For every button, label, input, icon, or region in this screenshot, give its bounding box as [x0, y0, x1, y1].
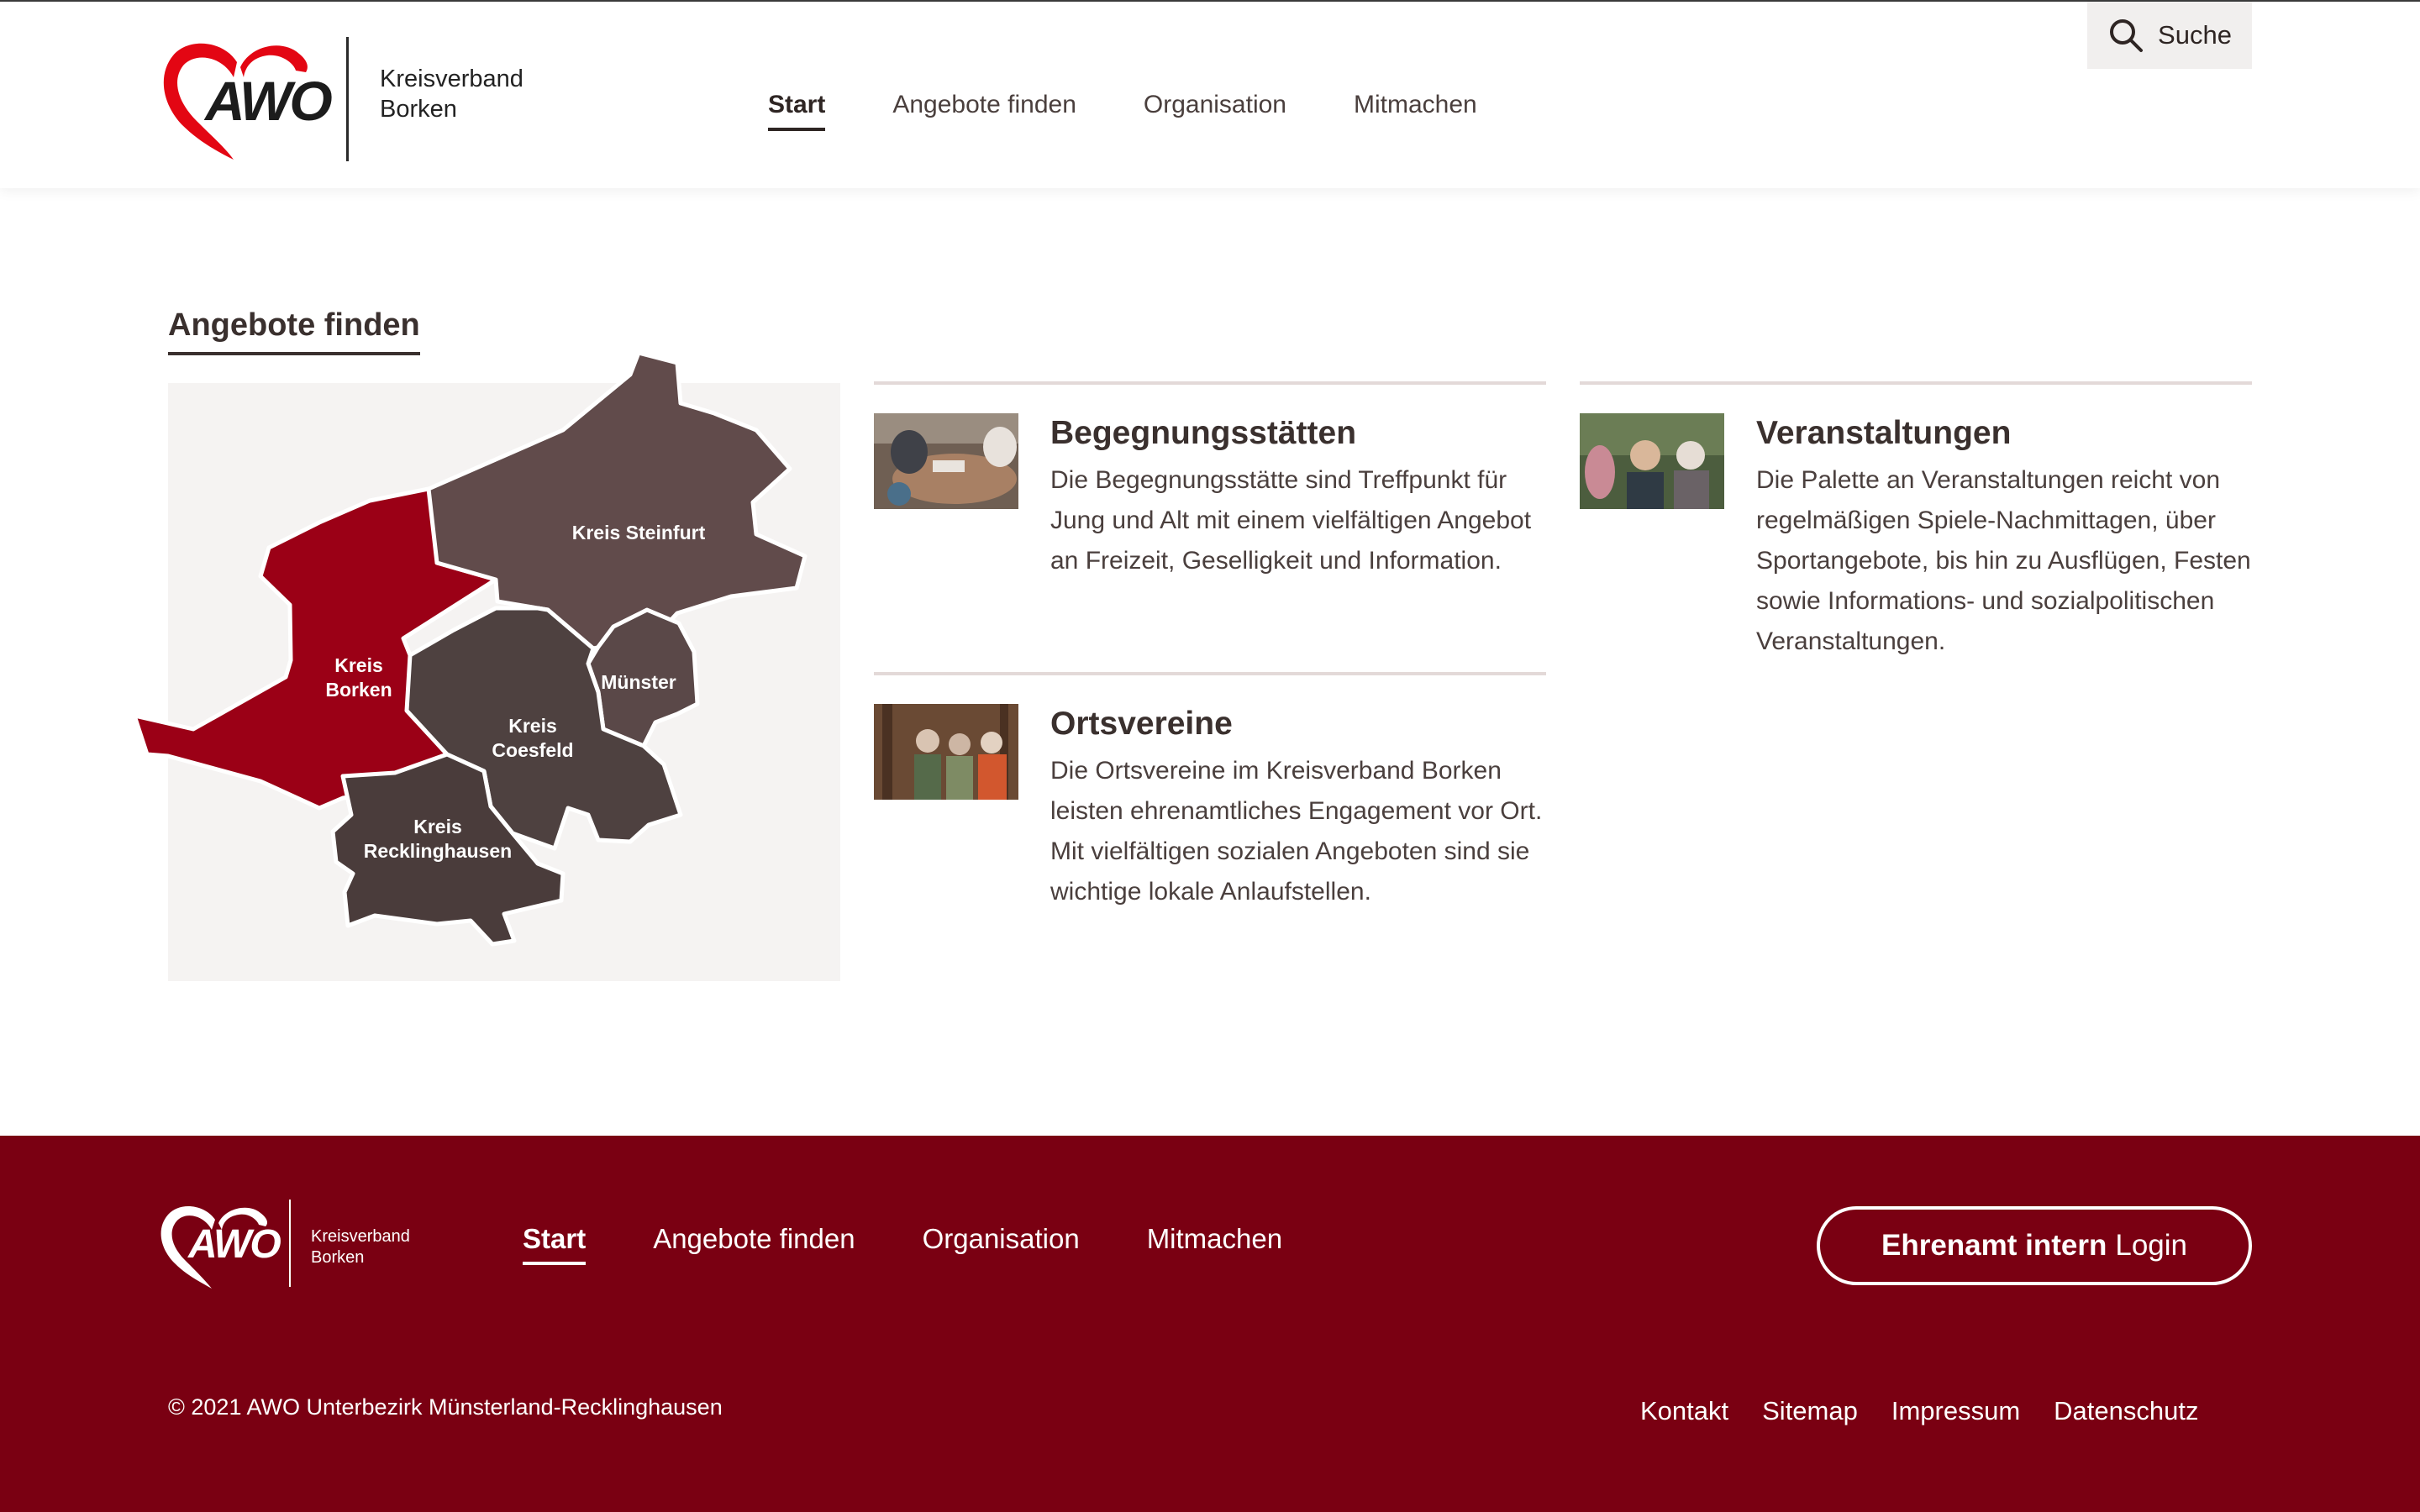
nav-item-organisation[interactable]: Organisation — [1144, 91, 1286, 131]
footer-nav-item-angebote-finden[interactable]: Angebote finden — [653, 1223, 855, 1265]
card-divider — [1580, 381, 2252, 385]
logo-brand-text: AWO — [205, 70, 333, 132]
footer-nav-item-mitmachen[interactable]: Mitmachen — [1147, 1223, 1282, 1265]
footer-logo[interactable]: AWO Kreisverband Borken — [156, 1200, 425, 1292]
footer-logo-divider — [289, 1200, 291, 1287]
footer-nav-item-start[interactable]: Start — [523, 1223, 587, 1265]
search-label: Suche — [2158, 20, 2232, 50]
nav-item-angebote-finden[interactable]: Angebote finden — [892, 91, 1076, 131]
logo-caption: Kreisverband Borken — [380, 64, 523, 124]
card-text: Die Ortsvereine im Kreisverband Borken l… — [1050, 757, 1543, 906]
login-label-bold: Ehrenamt intern — [1881, 1229, 2107, 1262]
card-title[interactable]: Veranstaltungen — [1756, 415, 2011, 452]
photo-thumbnail-icon — [874, 413, 1018, 509]
map-label-kreis-recklinghausen[interactable]: Kreis Recklinghausen — [358, 815, 518, 864]
search-icon — [2110, 19, 2144, 52]
map-label-muenster[interactable]: Münster — [592, 670, 686, 695]
section-title: Angebote finden — [168, 307, 420, 355]
search-button[interactable]: Suche — [2087, 2, 2252, 69]
footer-navigation: Start Angebote finden Organisation Mitma… — [523, 1223, 1282, 1265]
map-label-kreis-coesfeld[interactable]: Kreis Coesfeld — [479, 714, 587, 763]
photo-thumbnail-icon — [1580, 413, 1724, 509]
card-image-veranstaltungen[interactable] — [1580, 413, 1724, 509]
nav-item-mitmachen[interactable]: Mitmachen — [1354, 91, 1477, 131]
ehrenamt-login-button[interactable]: Ehrenamt intern Login — [1817, 1206, 2252, 1285]
legal-link-datenschutz[interactable]: Datenschutz — [2054, 1396, 2198, 1426]
card-begegnungsstaetten[interactable]: Begegnungsstätten Die Begegnungsstätte s… — [874, 381, 1546, 633]
nav-item-start[interactable]: Start — [768, 91, 826, 131]
legal-link-sitemap[interactable]: Sitemap — [1762, 1396, 1858, 1426]
logo-caption-line2: Borken — [380, 96, 457, 123]
logo-caption-line1: Kreisverband — [380, 66, 523, 92]
card-text: Die Palette an Veranstaltungen reicht vo… — [1756, 466, 2251, 655]
card-ortsvereine[interactable]: Ortsvereine Die Ortsvereine im Kreisverb… — [874, 672, 1546, 924]
map-label-kreis-steinfurt[interactable]: Kreis Steinfurt — [555, 521, 723, 545]
card-title[interactable]: Begegnungsstätten — [1050, 415, 1356, 452]
card-text: Die Begegnungsstätte sind Treffpunkt für… — [1050, 466, 1532, 575]
login-label: Login — [2115, 1229, 2188, 1262]
legal-navigation: Kontakt Sitemap Impressum Datenschutz — [1640, 1396, 2199, 1426]
legal-link-kontakt[interactable]: Kontakt — [1640, 1396, 1728, 1426]
site-header: AWO Kreisverband Borken Start Angebote f… — [0, 0, 2420, 188]
legal-link-impressum[interactable]: Impressum — [1891, 1396, 2020, 1426]
card-divider — [874, 672, 1546, 675]
logo-divider — [346, 37, 349, 161]
site-logo[interactable]: AWO Kreisverband Borken — [156, 34, 534, 165]
card-title[interactable]: Ortsvereine — [1050, 706, 1233, 743]
footer-nav-item-organisation[interactable]: Organisation — [923, 1223, 1080, 1265]
map-label-kreis-borken[interactable]: Kreis Borken — [313, 654, 405, 702]
card-image-begegnungsstaetten[interactable] — [874, 413, 1018, 509]
footer-logo-brand: AWO — [188, 1222, 281, 1267]
card-image-ortsvereine[interactable] — [874, 704, 1018, 800]
main-navigation: Start Angebote finden Organisation Mitma… — [768, 91, 1477, 131]
card-divider — [874, 381, 1546, 385]
photo-thumbnail-icon — [874, 704, 1018, 800]
site-footer: AWO Kreisverband Borken Start Angebote f… — [0, 1136, 2420, 1512]
footer-logo-caption: Kreisverband Borken — [311, 1227, 410, 1267]
copyright-text: © 2021 AWO Unterbezirk Münsterland-Reckl… — [168, 1394, 723, 1420]
card-veranstaltungen[interactable]: Veranstaltungen Die Palette an Veranstal… — [1580, 381, 2252, 667]
